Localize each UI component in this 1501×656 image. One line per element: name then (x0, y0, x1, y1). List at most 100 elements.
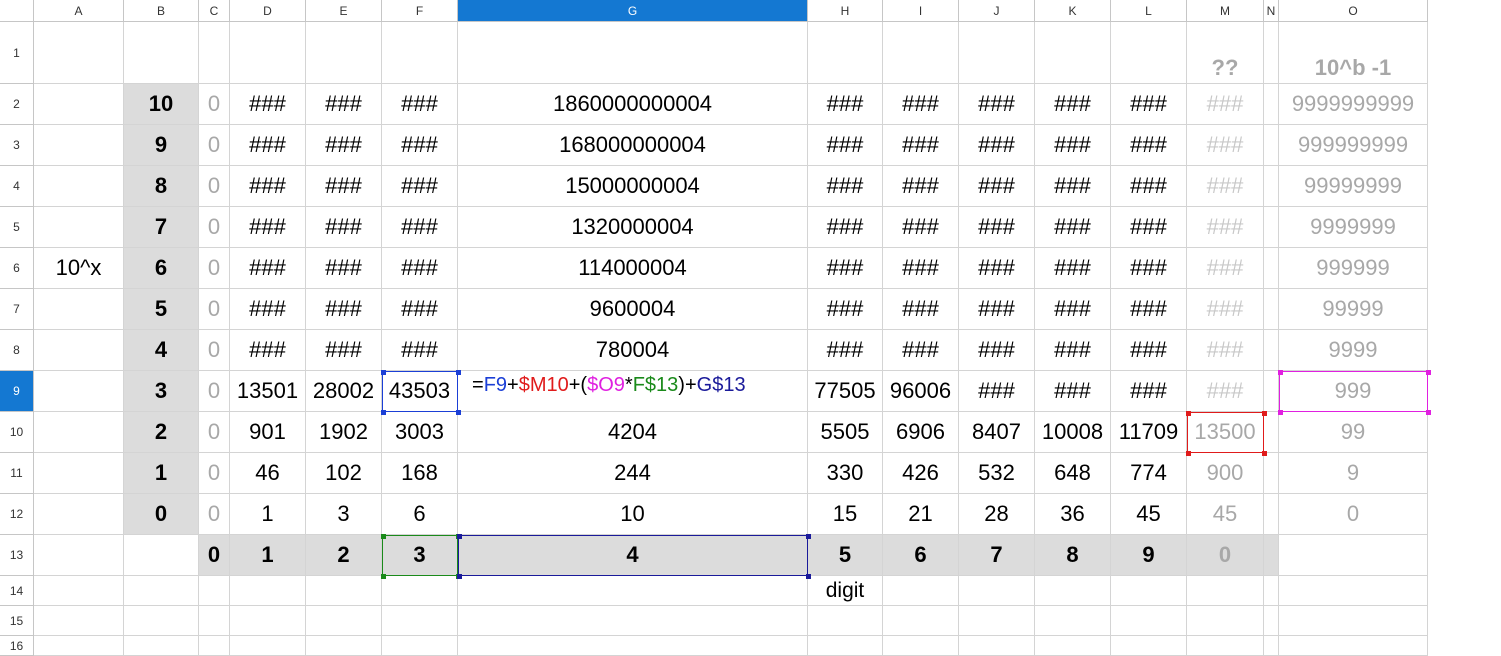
cell-F14[interactable] (382, 576, 458, 606)
value-cell[interactable]: 9999 (1279, 330, 1428, 371)
exponent-label[interactable]: 9 (124, 125, 199, 166)
row-header-12[interactable]: 12 (0, 494, 34, 535)
cell-B15[interactable] (124, 606, 199, 636)
value-cell[interactable]: ### (1111, 207, 1187, 248)
value-cell[interactable]: ### (230, 84, 306, 125)
value-cell[interactable]: ### (1187, 166, 1264, 207)
value-cell[interactable]: 0 (1279, 494, 1428, 535)
column-header-K[interactable]: K (1035, 0, 1111, 22)
row-header-6[interactable]: 6 (0, 248, 34, 289)
value-cell[interactable]: 1902 (306, 412, 382, 453)
cell-I16[interactable] (883, 636, 959, 656)
value-cell[interactable]: ### (306, 166, 382, 207)
cell-J16[interactable] (959, 636, 1035, 656)
cell-G1[interactable] (458, 22, 808, 84)
value-cell[interactable]: ### (808, 125, 883, 166)
value-cell[interactable]: ### (1187, 125, 1264, 166)
value-cell[interactable]: ### (959, 330, 1035, 371)
value-cell[interactable]: 1 (230, 494, 306, 535)
value-cell[interactable]: ### (1111, 166, 1187, 207)
value-cell[interactable]: ### (883, 248, 959, 289)
value-cell[interactable]: 0 (199, 371, 230, 412)
cell-E15[interactable] (306, 606, 382, 636)
cell-F15[interactable] (382, 606, 458, 636)
cell-C16[interactable] (199, 636, 230, 656)
formula-edit-text[interactable]: =F9+$M10+($O9*F$13)+G$13 (470, 371, 748, 399)
value-cell[interactable]: ### (959, 289, 1035, 330)
value-cell[interactable]: 114000004 (458, 248, 808, 289)
value-cell[interactable]: ### (306, 248, 382, 289)
row-header-7[interactable]: 7 (0, 289, 34, 330)
exponent-label[interactable]: 10 (124, 84, 199, 125)
cell-A14[interactable] (34, 576, 124, 606)
row-header-4[interactable]: 4 (0, 166, 34, 207)
value-cell[interactable]: 6 (382, 494, 458, 535)
value-cell[interactable]: 45 (1111, 494, 1187, 535)
value-cell[interactable]: ### (1035, 166, 1111, 207)
row-header-14[interactable]: 14 (0, 576, 34, 606)
cell-H16[interactable] (808, 636, 883, 656)
value-cell[interactable]: 900 (1187, 453, 1264, 494)
row-header-2[interactable]: 2 (0, 84, 34, 125)
digit-label[interactable]: 5 (808, 535, 883, 576)
column-header-M[interactable]: M (1187, 0, 1264, 22)
value-cell[interactable]: 21 (883, 494, 959, 535)
value-cell[interactable]: ### (382, 84, 458, 125)
row-header-11[interactable]: 11 (0, 453, 34, 494)
column-header-O[interactable]: O (1279, 0, 1428, 22)
cell-A13[interactable] (34, 535, 124, 576)
cell-N16[interactable] (1264, 636, 1279, 656)
value-cell[interactable]: 0 (199, 453, 230, 494)
value-cell[interactable]: 648 (1035, 453, 1111, 494)
value-cell[interactable]: ### (306, 330, 382, 371)
value-cell[interactable]: 8407 (959, 412, 1035, 453)
value-cell[interactable]: ### (808, 289, 883, 330)
value-cell[interactable]: ### (382, 207, 458, 248)
cell-H15[interactable] (808, 606, 883, 636)
value-cell[interactable]: ### (808, 84, 883, 125)
cell-O14[interactable] (1279, 576, 1428, 606)
cell-J15[interactable] (959, 606, 1035, 636)
exponent-label[interactable]: 6 (124, 248, 199, 289)
column-header-B[interactable]: B (124, 0, 199, 22)
value-cell[interactable]: ### (1111, 125, 1187, 166)
value-cell[interactable]: ### (883, 330, 959, 371)
cell-A2[interactable] (34, 84, 124, 125)
column-header-J[interactable]: J (959, 0, 1035, 22)
value-cell[interactable]: 28002 (306, 371, 382, 412)
cell-H1[interactable] (808, 22, 883, 84)
value-cell[interactable]: ### (382, 289, 458, 330)
cell-A9[interactable] (34, 371, 124, 412)
cell-A4[interactable] (34, 166, 124, 207)
cell-A8[interactable] (34, 330, 124, 371)
value-cell[interactable]: 43503 (382, 371, 458, 412)
column-header-H[interactable]: H (808, 0, 883, 22)
column-header-A[interactable]: A (34, 0, 124, 22)
row-header-8[interactable]: 8 (0, 330, 34, 371)
value-cell[interactable]: ### (1035, 289, 1111, 330)
column-header-L[interactable]: L (1111, 0, 1187, 22)
value-cell[interactable]: 999 (1279, 371, 1428, 412)
cell-N15[interactable] (1264, 606, 1279, 636)
value-cell[interactable]: ### (1035, 248, 1111, 289)
value-cell[interactable]: ### (382, 166, 458, 207)
value-cell[interactable]: 9 (1279, 453, 1428, 494)
value-cell[interactable]: ### (1035, 84, 1111, 125)
cell-O1[interactable]: 10^b -1 (1279, 22, 1428, 84)
cell-O16[interactable] (1279, 636, 1428, 656)
value-cell[interactable]: 10008 (1035, 412, 1111, 453)
value-cell[interactable]: ### (1035, 207, 1111, 248)
value-cell[interactable]: 102 (306, 453, 382, 494)
value-cell[interactable]: ### (1035, 125, 1111, 166)
value-cell[interactable]: 774 (1111, 453, 1187, 494)
value-cell[interactable]: ### (1035, 330, 1111, 371)
cell-M15[interactable] (1187, 606, 1264, 636)
value-cell[interactable]: ### (959, 371, 1035, 412)
value-cell[interactable]: ### (959, 207, 1035, 248)
exponent-label[interactable]: 5 (124, 289, 199, 330)
value-cell[interactable]: ### (808, 248, 883, 289)
value-cell[interactable]: 99 (1279, 412, 1428, 453)
value-cell[interactable]: 46 (230, 453, 306, 494)
value-cell[interactable]: ### (230, 248, 306, 289)
cell-N4[interactable] (1264, 166, 1279, 207)
